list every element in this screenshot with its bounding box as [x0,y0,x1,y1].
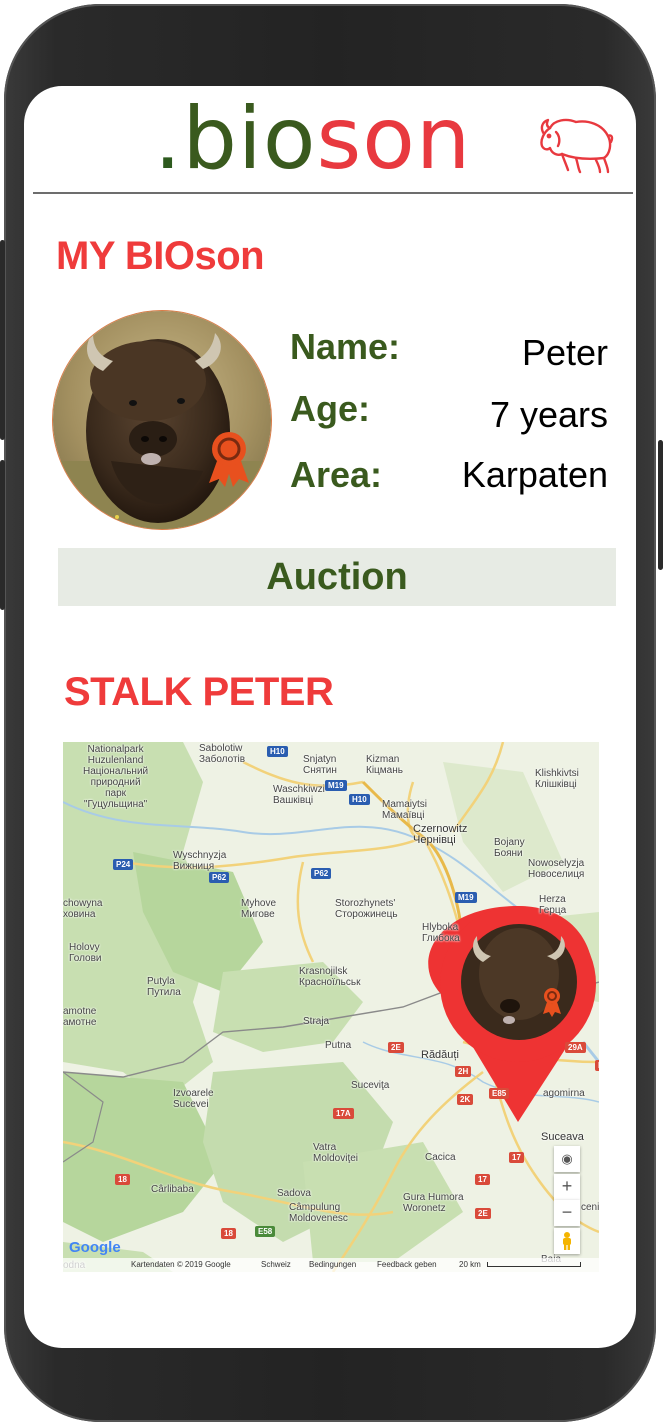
map-place-label: Waschkiwzi Вашківці [273,784,325,806]
map-scale-label: 20 km [459,1260,481,1269]
map-view[interactable]: Nationalpark Huzulenland Національний пр… [63,742,599,1272]
map-copyright: Kartendaten © 2019 Google [131,1260,231,1269]
pegman-icon[interactable] [554,1228,580,1254]
map-scale-bar [487,1262,581,1267]
age-value: 7 years [489,394,608,435]
road-shield: M19 [455,892,477,903]
logo-dot: . [154,89,183,189]
age-label: Age: [290,388,370,429]
map-place-label: Cârlibaba [151,1184,194,1195]
road-shield: 18 [115,1174,130,1185]
map-feedback-link[interactable]: Feedback geben [377,1258,437,1272]
award-ribbon-icon [209,432,249,487]
road-shield: 2E [388,1042,404,1053]
road-shield: M19 [325,780,347,791]
map-place-label: Suceava [541,1131,584,1143]
map-place-label: Czernowitz Чернівці [413,823,468,846]
map-place-label: Sadova [277,1188,311,1199]
road-shield: P62 [209,872,230,883]
map-place-label: Snjatyn Снятин [303,754,337,776]
name-label: Name: [290,326,401,367]
road-shield: P24 [113,859,134,870]
map-place-label: Rădăuți [421,1049,459,1061]
app-header: .bioson [24,86,636,192]
map-place-label: Izvoarele Sucevei [173,1088,214,1110]
map-place-label: Suceviţa [351,1080,390,1091]
google-logo: Google [69,1239,121,1256]
map-place-label: ceni [581,1202,599,1213]
map-place-label: Gura Humora Woronetz [403,1192,464,1214]
header-divider [33,192,633,194]
logo-bio: bio [182,89,317,189]
map-place-label: Sabolotiw Заболотів [199,743,246,765]
road-shield: 17A [333,1108,354,1119]
map-place-label: Kizman Кіцмань [366,754,403,776]
location-target-icon[interactable]: ◉ [554,1146,580,1172]
area-value: Karpaten [461,454,608,495]
app-screen: .bioson MY BIOson Name: Peter Age: 7 yea… [24,86,636,1348]
volume-button [0,240,5,440]
map-place-label: Vatra Moldoviţei [313,1142,359,1164]
map-place-label: Hlyboka Глибока [422,922,460,944]
auction-button[interactable]: Auction [58,548,616,606]
map-terms-link[interactable]: Bedingungen [309,1258,356,1272]
road-shield: E85 [489,1088,510,1099]
road-shield: 2H [455,1066,472,1077]
map-place-label: Straja [303,1016,330,1027]
road-shield: H10 [349,794,370,805]
road-shield: P62 [311,868,332,879]
map-place-label: Wyschnyzja Вижниця [173,850,227,872]
map-place-label: agomirna [543,1088,585,1099]
bison-logo-icon [540,118,614,174]
road-shield: H10 [267,746,288,757]
road-shield: 2E [475,1208,491,1219]
map-place-label: Klishkivtsi Клішківці [535,768,579,790]
name-value: Peter [521,332,608,373]
map-terrain [63,742,599,1272]
map-place-label: Bojany Бояни [494,837,525,859]
road-shield: 2K [457,1094,474,1105]
road-shield: 17 [475,1174,490,1185]
map-place-label: Câmpulung Moldovenesc [289,1202,348,1224]
road-shield: 29A [565,1042,586,1053]
zoom-out-button[interactable]: − [554,1200,580,1226]
road-shield: E [595,1060,599,1071]
map-place-label: Storozhynets' Сторожинець [335,898,398,920]
map-place-label: Putyla Путила [147,976,181,998]
map-place-label: Herza Герца [539,894,567,916]
map-place-label: Mamaiytsi Мамаївці [382,799,428,821]
zoom-in-button[interactable]: + [554,1174,580,1200]
road-shield: E58 [255,1226,276,1237]
area-label: Area: [290,454,383,495]
road-shield: 17 [509,1152,524,1163]
map-place-label: Nowoselyzja Новоселиця [528,858,585,880]
road-shield: 18 [221,1228,236,1239]
map-country-link[interactable]: Schweiz [261,1258,291,1272]
bison-avatar[interactable] [52,310,272,530]
map-place-label: Holovy Голови [69,942,102,964]
map-footer: Kartendaten © 2019 Google Schweiz Beding… [63,1258,599,1272]
app-logo[interactable]: .bioson [154,86,471,194]
map-place-label: Myhove Мигове [241,898,277,920]
side-button [0,460,5,610]
logo-son: son [316,89,472,189]
map-place-label: Cacica [425,1152,456,1163]
map-place-label: chowyna ховина [63,898,103,920]
power-button [658,440,663,570]
bison-photo [53,311,271,529]
map-place-label: Putna [325,1040,352,1051]
map-place-label: amotne амотне [63,1006,97,1028]
map-place-label: Krasnojilsk Красноїльськ [299,966,361,988]
map-section-title: STALK PETER [64,670,334,714]
map-place-label: Nationalpark Huzulenland Національний пр… [83,744,149,810]
profile-section-title: MY BIOson [56,234,265,278]
